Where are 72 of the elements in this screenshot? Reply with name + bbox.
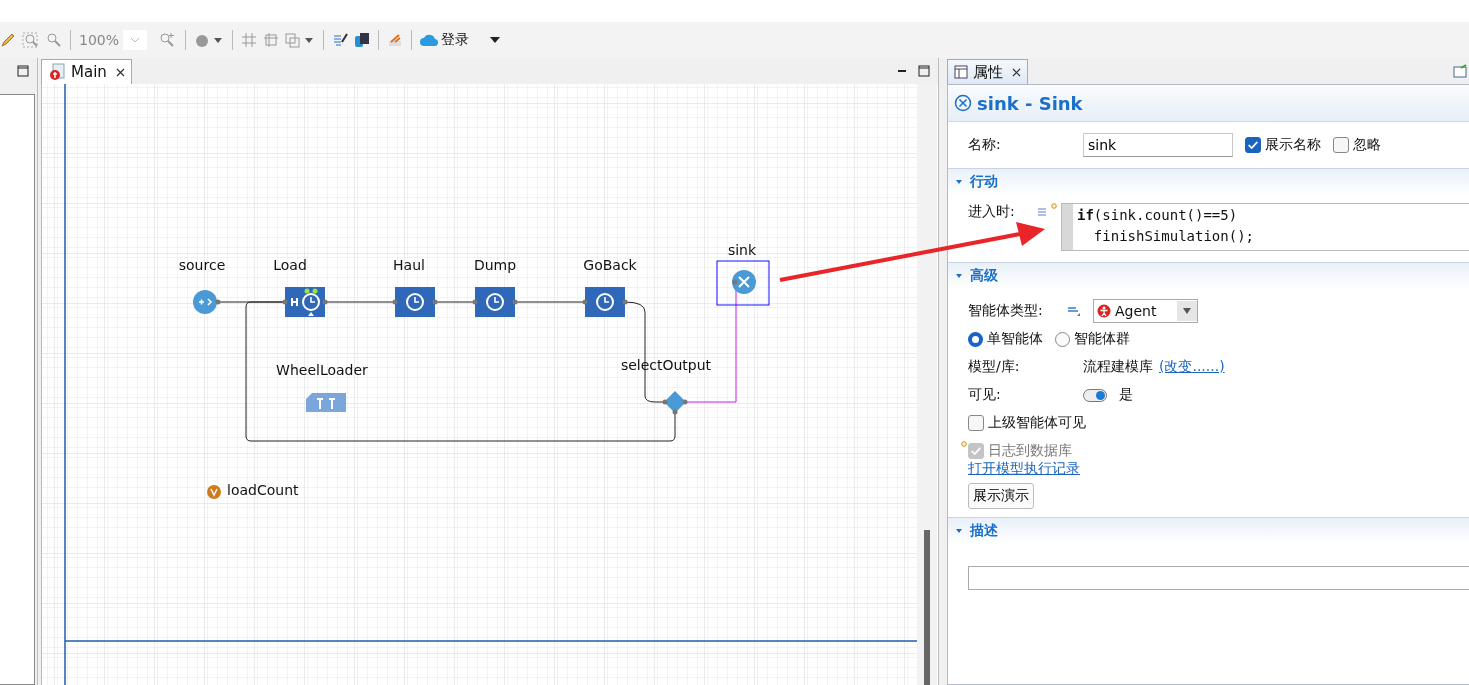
agent-document-icon [48, 63, 66, 81]
cloud-icon [420, 33, 439, 47]
select-output-block[interactable] [662, 391, 688, 415]
agent-icon [1097, 304, 1111, 318]
lightbulb-icon [1051, 203, 1057, 211]
node-label: Dump [473, 257, 517, 273]
field-value: 流程建模库 [1083, 358, 1153, 376]
node-label: loadCount [227, 482, 299, 498]
toggle-label: 是 [1119, 386, 1133, 404]
show-demo-button[interactable]: 展示演示 [968, 483, 1034, 509]
field-label: 模型/库: [968, 358, 1021, 376]
radio-label: 智能体群 [1074, 330, 1130, 348]
pencil-icon[interactable] [0, 32, 16, 48]
window-icon[interactable] [1453, 64, 1467, 78]
checkbox-label: 忽略 [1353, 136, 1381, 154]
edit-mode-icon[interactable] [1067, 305, 1081, 317]
source-block[interactable] [193, 290, 221, 314]
close-icon[interactable] [1012, 67, 1021, 77]
caret-icon[interactable] [489, 35, 502, 45]
node-label: Haul [393, 257, 425, 273]
checkbox-label: 展示名称 [1265, 136, 1321, 154]
radio-button[interactable] [1055, 331, 1070, 347]
agent-type-dropdown[interactable]: Agent [1093, 299, 1198, 323]
node-label: GoBack [583, 257, 637, 273]
lightbulb-icon [961, 441, 967, 449]
variable-icon[interactable] [207, 485, 221, 499]
table-icon [954, 65, 968, 79]
scrollbar-thumb[interactable] [924, 530, 930, 685]
code-editor[interactable]: if(sink.count()==5) finishSimulation(); [1061, 203, 1469, 251]
radio-button[interactable] [968, 331, 983, 347]
zoom-out-icon[interactable] [46, 32, 62, 48]
seize-delay-block[interactable] [282, 287, 328, 317]
node-label: selectOutput [620, 357, 712, 373]
field-label: 智能体类型: [968, 302, 1044, 320]
name-field[interactable]: sink [1083, 133, 1233, 157]
node-label: Load [273, 257, 307, 273]
delay-block[interactable] [472, 287, 518, 317]
sink-icon [954, 94, 972, 112]
field-label: 进入时: [968, 203, 1016, 221]
shapes-icon[interactable] [285, 32, 316, 48]
field-label: 名称: [968, 136, 1002, 154]
maximize-icon[interactable] [918, 65, 930, 77]
node-label: WheelLoader [276, 362, 368, 378]
dropdown-arrow-icon[interactable] [1182, 307, 1192, 315]
checkbox[interactable] [968, 415, 984, 431]
code-line: if(sink.count()==5) [1077, 206, 1239, 225]
properties-title: sink - Sink [977, 92, 1083, 114]
properties-tab[interactable]: 属性 [947, 59, 1028, 84]
resource-pool-block[interactable] [306, 393, 346, 412]
export-icon[interactable] [387, 32, 404, 48]
zoom-fit-icon[interactable] [22, 32, 40, 48]
checkbox[interactable] [1333, 137, 1349, 153]
checkbox[interactable] [1245, 137, 1261, 153]
radio-label: 单智能体 [987, 330, 1043, 348]
code-line: finishSimulation(); [1092, 227, 1254, 246]
toggle-switch[interactable] [1083, 388, 1107, 402]
open-log-link[interactable]: 打开模型执行记录 [968, 460, 1080, 478]
login-button[interactable]: 登录 [420, 31, 484, 49]
maximize-icon[interactable] [17, 65, 29, 77]
wand-icon[interactable] [332, 32, 349, 48]
node-label: sink [727, 242, 757, 258]
description-field[interactable] [968, 566, 1469, 590]
delay-block[interactable] [392, 287, 438, 317]
field-label: 可见: [968, 386, 1002, 404]
close-icon[interactable] [115, 67, 125, 77]
checkbox-label: 日志到数据库 [988, 442, 1072, 460]
node-label: source [178, 257, 226, 273]
sink-block[interactable] [716, 260, 770, 306]
change-link[interactable]: (改变......) [1159, 358, 1225, 376]
editor-tab[interactable]: Main [41, 59, 132, 84]
delay-block[interactable] [582, 287, 628, 317]
checkbox-label: 上级智能体可见 [988, 414, 1086, 432]
